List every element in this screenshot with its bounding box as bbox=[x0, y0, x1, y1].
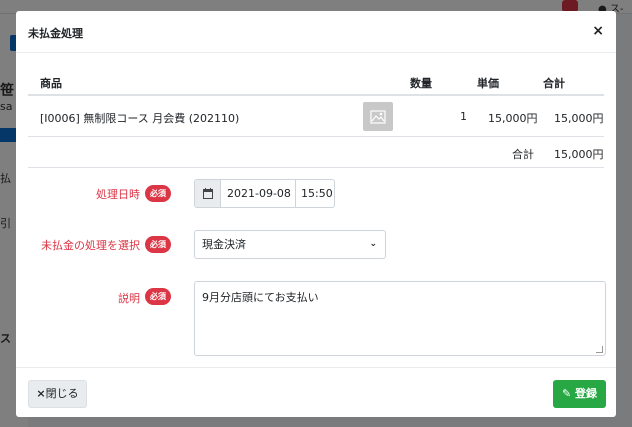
close-icon[interactable]: × bbox=[592, 23, 604, 39]
unpaid-processing-modal: 未払金処理 × 商品 数量 単価 合計 [I0006] 無制限コース 月会費 (… bbox=[16, 11, 616, 417]
close-button-label: 閉じる bbox=[45, 387, 79, 400]
close-x-icon: × bbox=[36, 387, 46, 400]
method-select-value: 現金決済 bbox=[202, 238, 246, 251]
modal-footer: ×閉じる ✎ 登録 bbox=[16, 367, 616, 417]
required-badge: 必須 bbox=[145, 288, 171, 305]
resize-handle-icon[interactable] bbox=[596, 346, 603, 353]
items-table: 商品 数量 単価 合計 [I0006] 無制限コース 月会費 (202110) … bbox=[28, 66, 604, 168]
total-label: 合計 bbox=[512, 148, 534, 161]
chevron-down-icon: ⌄ bbox=[369, 239, 377, 249]
register-button[interactable]: ✎ 登録 bbox=[553, 380, 606, 408]
description-label: 説明 bbox=[118, 292, 140, 305]
modal-title: 未払金処理 bbox=[28, 27, 83, 40]
header-quantity: 数量 bbox=[410, 77, 432, 90]
modal-header: 未払金処理 × bbox=[16, 11, 616, 53]
required-badge: 必須 bbox=[145, 236, 171, 253]
edit-icon: ✎ bbox=[561, 387, 572, 400]
image-placeholder-icon bbox=[370, 109, 386, 124]
date-input[interactable]: 2021-09-08 bbox=[221, 180, 296, 207]
time-input[interactable]: 15:50 bbox=[296, 180, 333, 207]
table-total-row: 合計 15,000円 bbox=[28, 137, 604, 168]
description-textarea[interactable]: 9月分店頭にてお支払い bbox=[194, 281, 606, 356]
total-value: 15,000円 bbox=[554, 148, 604, 161]
table-row: [I0006] 無制限コース 月会費 (202110) 1 15,000円 15… bbox=[28, 96, 604, 137]
calendar-icon[interactable] bbox=[195, 180, 221, 207]
datetime-input-group: 2021-09-08 15:50 bbox=[194, 179, 335, 208]
product-image-icon bbox=[363, 102, 393, 131]
row-quantity: 1 bbox=[460, 110, 467, 123]
calendar-glyph-icon bbox=[202, 188, 213, 199]
register-button-label: 登録 bbox=[575, 387, 598, 400]
row-unit-price: 15,000円 bbox=[488, 112, 538, 125]
row-product: [I0006] 無制限コース 月会費 (202110) bbox=[40, 112, 240, 125]
description-text: 9月分店頭にてお支払い bbox=[202, 291, 319, 304]
method-label: 未払金の処理を選択 bbox=[41, 239, 140, 252]
header-product: 商品 bbox=[40, 77, 62, 90]
table-header: 商品 数量 単価 合計 bbox=[28, 66, 604, 96]
datetime-label: 処理日時 bbox=[96, 188, 140, 201]
close-button[interactable]: ×閉じる bbox=[28, 380, 87, 408]
header-unit-price: 単価 bbox=[477, 77, 499, 90]
required-badge: 必須 bbox=[145, 185, 171, 202]
method-select[interactable]: 現金決済 ⌄ bbox=[194, 230, 386, 259]
header-total: 合計 bbox=[543, 77, 565, 90]
row-total: 15,000円 bbox=[554, 112, 604, 125]
